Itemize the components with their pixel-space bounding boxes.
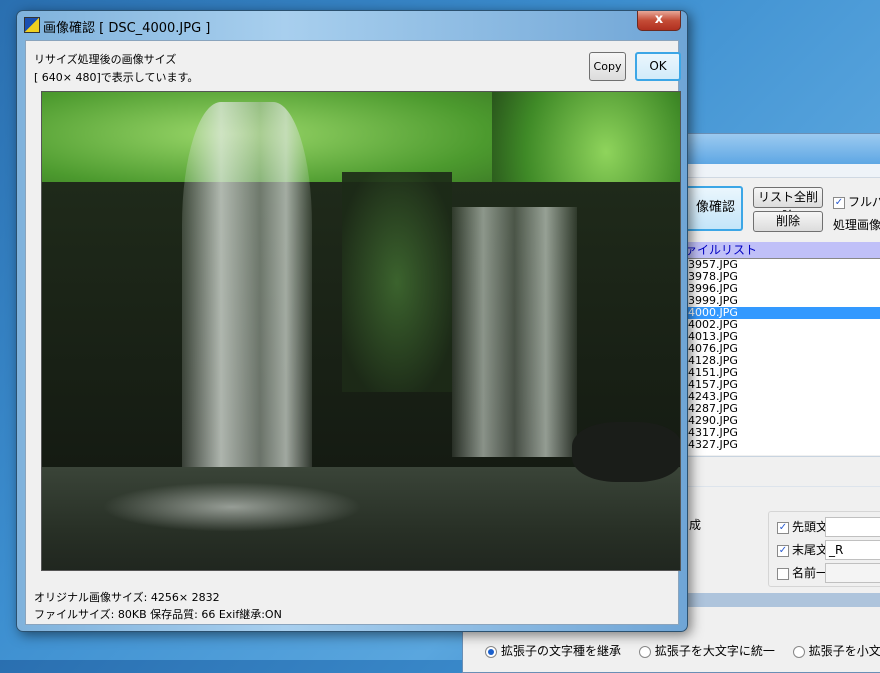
checkbox-unchecked-icon: [777, 567, 789, 580]
dialog-client: リサイズ処理後の画像サイズ [ 640× 480]で表示しています。 Copy …: [25, 40, 681, 625]
extension-upper-radio[interactable]: 拡張子を大文字に統一: [638, 644, 775, 658]
processed-image-label: 処理画像: [833, 218, 880, 232]
prefix-input[interactable]: [825, 517, 880, 537]
partial-label: 成: [689, 518, 702, 532]
ok-button[interactable]: OK: [635, 52, 681, 81]
preview-image: [41, 91, 681, 571]
image-check-dialog: 画像確認 [ DSC_4000.JPG ] x リサイズ処理後の画像サイズ [ …: [16, 10, 688, 632]
dialog-title: 画像確認 [ DSC_4000.JPG ]: [43, 21, 211, 36]
original-size-label: オリジナル画像サイズ: 4256× 2832: [34, 591, 220, 604]
close-button[interactable]: x: [637, 11, 681, 31]
info-line-2: [ 640× 480]で表示しています。: [34, 71, 199, 84]
info-line-1: リサイズ処理後の画像サイズ: [34, 53, 177, 66]
extension-lower-label: 拡張子を小文字に: [808, 644, 880, 658]
fullpath-checkbox[interactable]: ✓フルパス: [833, 193, 880, 210]
clear-list-button[interactable]: リスト全削除: [753, 187, 823, 223]
app-icon: [24, 17, 40, 33]
checkbox-checked-icon: ✓: [777, 544, 789, 557]
rename-input[interactable]: [825, 563, 880, 583]
file-info-label: ファイルサイズ: 80KB 保存品質: 66 Exif継承:ON: [34, 608, 282, 621]
extension-inherit-label: 拡張子の文字種を継承: [501, 644, 622, 658]
delete-button[interactable]: 削除: [753, 211, 823, 232]
extension-upper-label: 拡張子を大文字に統一: [654, 644, 775, 658]
fullpath-label: フルパス: [848, 195, 880, 209]
radio-icon: [638, 645, 651, 658]
file-list[interactable]: 3957.JPG 3978.JPG 3996.JPG 3999.JPG 4000.JPG…: [685, 259, 880, 455]
checkbox-checked-icon: ✓: [833, 196, 845, 209]
checkbox-checked-icon: ✓: [777, 521, 789, 534]
extension-lower-radio[interactable]: 拡張子を小文字に: [792, 644, 880, 658]
copy-button[interactable]: Copy: [589, 52, 626, 81]
file-list-item[interactable]: 4327.JPG: [685, 439, 880, 451]
suffix-input[interactable]: _R: [825, 540, 880, 560]
section-band: [688, 593, 880, 607]
extension-inherit-radio[interactable]: 拡張子の文字種を継承: [485, 644, 621, 658]
radio-selected-icon: [485, 645, 497, 658]
file-list-header: ァイルリスト: [685, 242, 880, 259]
radio-icon: [792, 645, 805, 658]
